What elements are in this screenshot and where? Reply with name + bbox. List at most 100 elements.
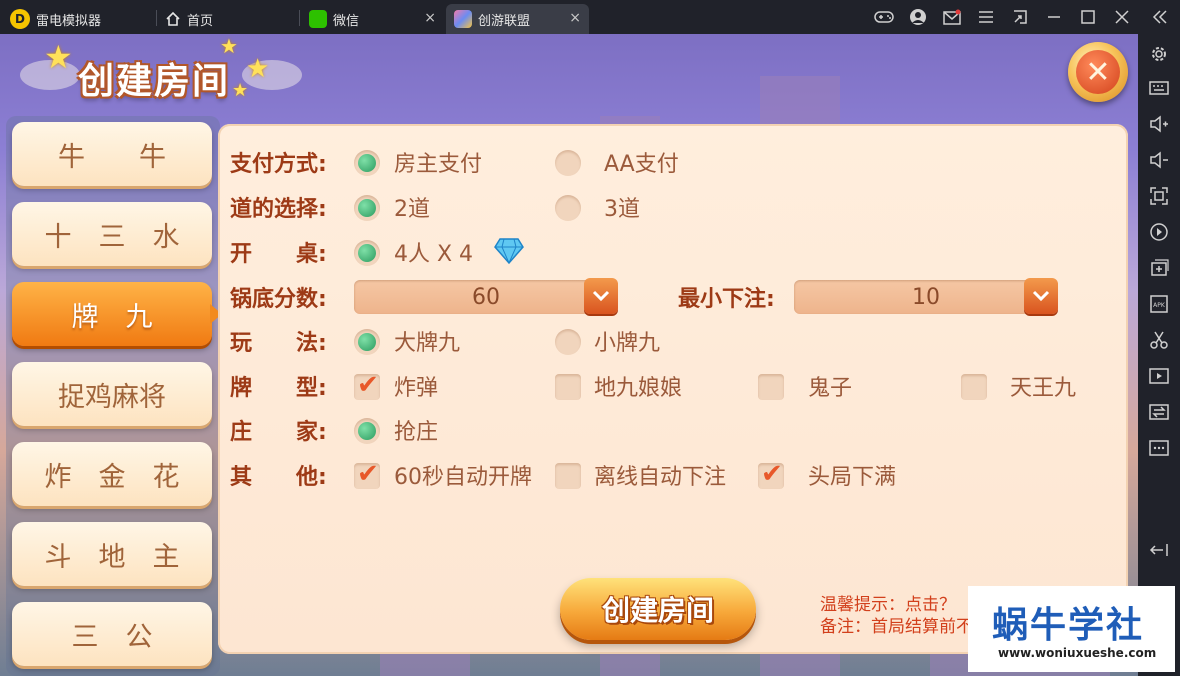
play-big-text: 大牌九 xyxy=(394,331,461,356)
payment-aa-text: AA支付 xyxy=(604,152,679,177)
card-tianwang-checkbox[interactable] xyxy=(961,374,987,400)
watermark-title: 蜗牛学社 xyxy=(992,605,1145,646)
leidian-logo-icon: D xyxy=(10,9,30,29)
table-4x4-radio[interactable] xyxy=(354,240,380,266)
share-files-icon[interactable] xyxy=(1149,402,1169,422)
game-item-zhuoji-mahjong[interactable]: 捉鸡麻将 xyxy=(12,362,212,426)
scissors-icon[interactable] xyxy=(1149,330,1169,350)
close-button[interactable]: ✕ xyxy=(1068,42,1128,102)
tab-label: 首页 xyxy=(187,13,214,29)
tab-label: 微信 xyxy=(333,13,360,29)
card-dijiu-checkbox[interactable] xyxy=(555,374,581,400)
home-icon xyxy=(166,11,180,26)
game-item-sangong[interactable]: 三 公 xyxy=(12,602,212,666)
game-app-icon xyxy=(454,10,472,28)
star-icon: ★ xyxy=(246,54,270,84)
menu-icon[interactable] xyxy=(976,7,996,27)
volume-down-icon[interactable] xyxy=(1149,150,1169,170)
emulator-title-bar: D 雷电模拟器 首页 微信 × 创游联盟 × xyxy=(0,0,1180,34)
tab-close-icon[interactable]: × xyxy=(569,10,581,26)
gamepad-icon[interactable] xyxy=(874,7,894,27)
wechat-icon xyxy=(309,10,327,28)
card-dijiu-text: 地九娘娘 xyxy=(594,376,683,401)
maximize-icon[interactable] xyxy=(1078,7,1098,27)
game-item-shisanshui[interactable]: 十 三 水 xyxy=(12,202,212,266)
card-tianwang-text: 天王九 xyxy=(1010,376,1077,401)
diamond-icon xyxy=(494,238,524,265)
video-record-icon[interactable] xyxy=(1149,366,1169,386)
keyboard-icon[interactable] xyxy=(1149,78,1169,98)
other-first-max-checkbox[interactable] xyxy=(758,459,784,489)
game-type-list: 牛 牛 十 三 水 牌 九 捉鸡麻将 炸 金 花 斗 地 主 三 公 xyxy=(6,116,220,676)
minimize-icon[interactable] xyxy=(1044,7,1064,27)
play-big-radio[interactable] xyxy=(354,329,380,355)
apk-install-icon[interactable]: APK xyxy=(1149,294,1169,314)
tab-game[interactable]: 创游联盟 × xyxy=(446,4,589,34)
room-settings-panel: 支付方式: 房主支付 AA支付 道的选择: 2道 3道 开 桌: 4人 X 4 … xyxy=(218,124,1128,654)
close-icon: ✕ xyxy=(1076,50,1120,94)
banker-grab-text: 抢庄 xyxy=(394,420,439,445)
tab-close-icon[interactable]: × xyxy=(424,10,436,26)
emulator-sidebar: APK xyxy=(1138,34,1180,676)
card-bomb-checkbox[interactable] xyxy=(354,370,380,400)
collapse-sidebar-icon[interactable] xyxy=(1150,7,1170,27)
page-title: 创建房间 xyxy=(78,61,231,102)
other-auto-open-text: 60秒自动开牌 xyxy=(394,465,532,490)
tab-label: 雷电模拟器 xyxy=(36,13,102,29)
play-small-radio[interactable] xyxy=(555,329,581,355)
other-auto-open-checkbox[interactable] xyxy=(354,459,380,489)
create-room-button[interactable]: 创建房间 xyxy=(560,578,756,640)
account-icon[interactable] xyxy=(908,7,928,27)
min-bet-label: 最小下注: xyxy=(678,287,775,312)
game-screen: ★ ★ ★ ★ 创建房间 ✕ 牛 牛 十 三 水 牌 九 捉鸡麻将 炸 金 花 … xyxy=(0,34,1138,676)
note-text: 备注：首局结算前不 xyxy=(820,617,973,637)
tab-wechat[interactable]: 微信 × xyxy=(309,4,444,34)
star-icon: ★ xyxy=(232,80,249,101)
payment-owner-radio[interactable] xyxy=(354,150,380,176)
roads-2-text: 2道 xyxy=(394,197,430,222)
game-item-zhajinhua[interactable]: 炸 金 花 xyxy=(12,442,212,506)
more-options-icon[interactable] xyxy=(1149,438,1169,458)
game-item-label: 牌 九 xyxy=(71,301,153,333)
tab-home[interactable]: 首页 xyxy=(165,4,295,34)
base-score-label: 锅底分数: xyxy=(230,287,327,312)
star-icon: ★ xyxy=(44,38,73,76)
card-guizi-checkbox[interactable] xyxy=(758,374,784,400)
restore-window-icon[interactable] xyxy=(1010,7,1030,27)
game-item-paijiu[interactable]: 牌 九 xyxy=(12,282,220,346)
base-score-dropdown[interactable]: 60 xyxy=(354,278,618,314)
fullscreen-icon[interactable] xyxy=(1149,186,1169,206)
table-4x4-text: 4人 X 4 xyxy=(394,242,474,267)
payment-label: 支付方式: xyxy=(230,152,327,177)
card-bomb-text: 炸弹 xyxy=(394,376,439,401)
game-item-doudizhu[interactable]: 斗 地 主 xyxy=(12,522,212,586)
roads-3-radio[interactable] xyxy=(555,195,581,221)
volume-up-icon[interactable] xyxy=(1149,114,1169,134)
chevron-down-icon[interactable] xyxy=(584,278,618,314)
table-label: 开 桌: xyxy=(230,242,327,267)
sync-icon[interactable] xyxy=(1149,222,1169,242)
roads-2-radio[interactable] xyxy=(354,195,380,221)
close-window-icon[interactable] xyxy=(1112,7,1132,27)
chevron-down-icon[interactable] xyxy=(1024,278,1058,314)
base-score-value: 60 xyxy=(472,284,500,310)
play-small-text: 小牌九 xyxy=(594,331,661,356)
watermark-url: www.woniuxueshe.com xyxy=(998,646,1157,660)
tab-label: 创游联盟 xyxy=(478,13,531,29)
mail-icon[interactable] xyxy=(942,7,962,27)
payment-aa-radio[interactable] xyxy=(555,150,581,176)
other-first-max-text: 头局下满 xyxy=(808,465,897,490)
tab-leidian[interactable]: D 雷电模拟器 xyxy=(10,4,150,34)
settings-gear-icon[interactable] xyxy=(1149,44,1169,64)
banker-grab-radio[interactable] xyxy=(354,418,380,444)
svg-text:APK: APK xyxy=(1153,302,1166,309)
title-plate: ★ ★ ★ ★ 创建房间 xyxy=(20,34,310,110)
other-offline-bet-checkbox[interactable] xyxy=(555,463,581,489)
min-bet-value: 10 xyxy=(912,284,940,310)
min-bet-dropdown[interactable]: 10 xyxy=(794,278,1058,314)
other-label: 其 他: xyxy=(230,465,327,490)
multi-instance-icon[interactable] xyxy=(1149,258,1169,278)
back-icon[interactable] xyxy=(1149,540,1169,560)
game-item-niuniu[interactable]: 牛 牛 xyxy=(12,122,212,186)
payment-owner-text: 房主支付 xyxy=(394,152,483,177)
